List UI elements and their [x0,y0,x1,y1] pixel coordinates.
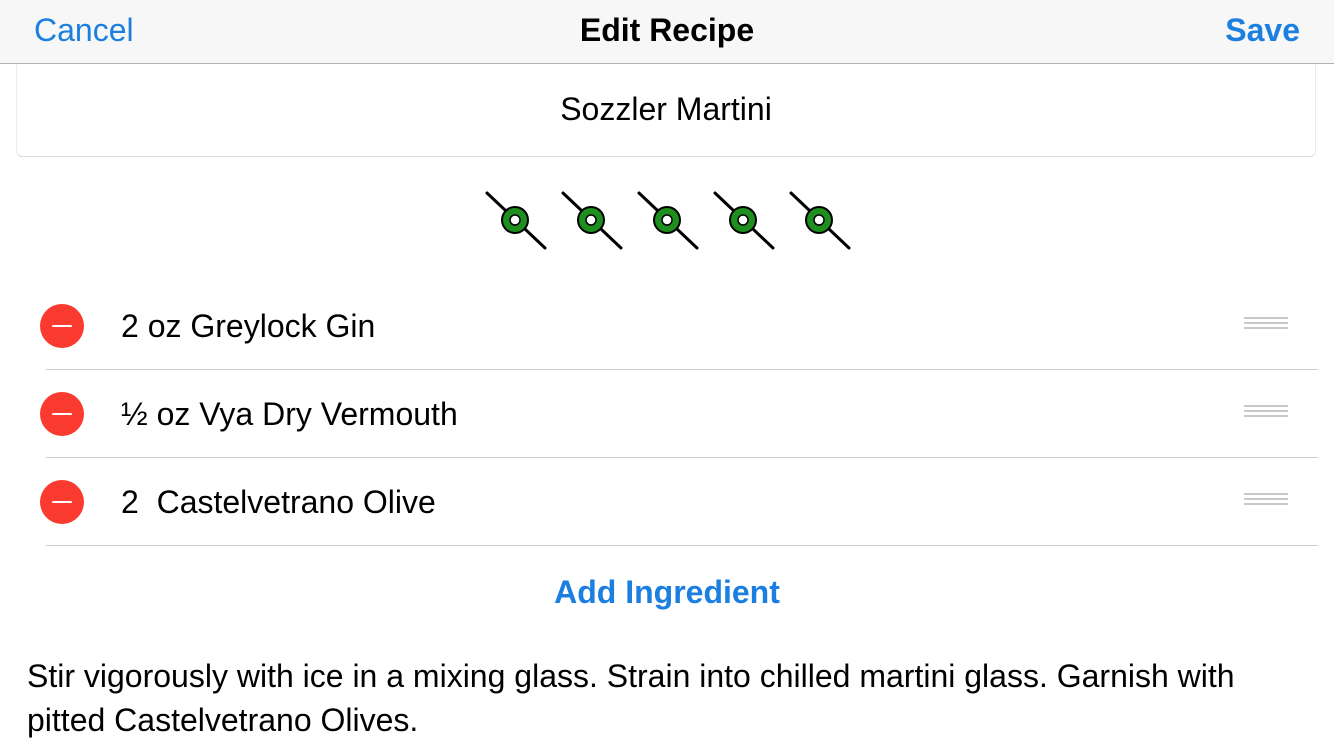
olive-rating-4-icon[interactable] [711,186,777,252]
navigation-bar: Cancel Edit Recipe Save [0,0,1334,64]
olive-rating-2-icon[interactable] [559,186,625,252]
reorder-handle-icon[interactable] [1244,405,1288,423]
olive-rating-5-icon[interactable] [787,186,853,252]
page-title: Edit Recipe [579,12,755,48]
ingredient-row[interactable]: 2 oz Greylock Gin [0,282,1334,370]
ingredient-list: 2 oz Greylock Gin ½ oz Vya Dry Vermouth … [0,282,1334,546]
delete-ingredient-button[interactable] [40,392,84,436]
ingredient-text: 2 Castelvetrano Olive [121,484,436,520]
delete-ingredient-button[interactable] [40,480,84,524]
ingredient-row[interactable]: ½ oz Vya Dry Vermouth [0,370,1334,458]
instructions-text-area[interactable]: Stir vigorously with ice in a mixing gla… [27,654,1307,742]
reorder-handle-icon[interactable] [1244,317,1288,335]
rating-control[interactable] [483,186,863,252]
ingredient-text: 2 oz Greylock Gin [121,308,376,344]
recipe-name-field[interactable]: Sozzler Martini [16,64,1316,157]
olive-rating-3-icon[interactable] [635,186,701,252]
save-button[interactable]: Save [1225,10,1300,50]
ingredient-text: ½ oz Vya Dry Vermouth [121,396,458,432]
delete-ingredient-button[interactable] [40,304,84,348]
olive-rating-1-icon[interactable] [483,186,549,252]
add-ingredient-button[interactable]: Add Ingredient [0,570,1334,614]
reorder-handle-icon[interactable] [1244,493,1288,511]
ingredient-row[interactable]: 2 Castelvetrano Olive [0,458,1334,546]
